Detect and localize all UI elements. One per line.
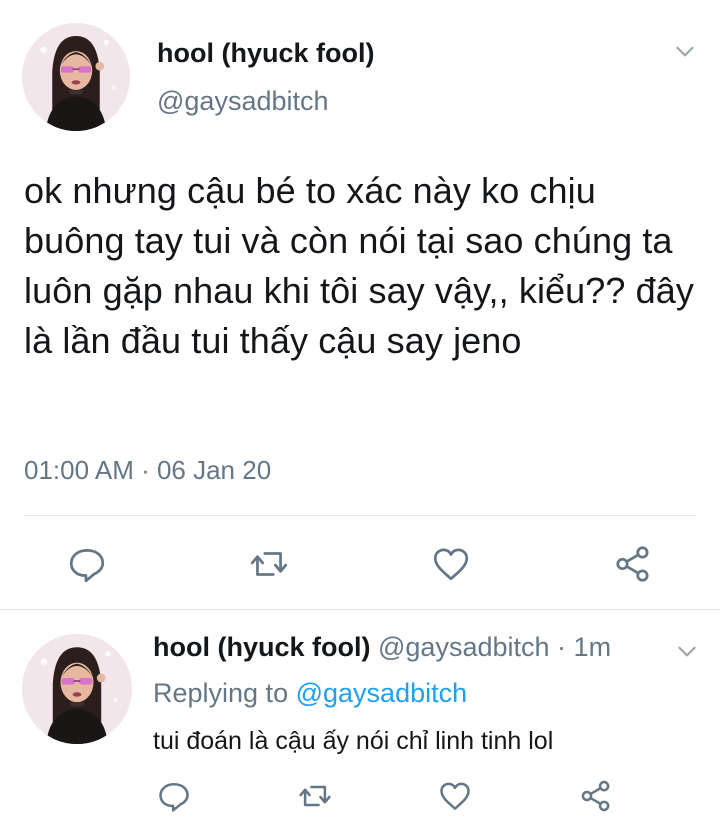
heart-icon[interactable] bbox=[437, 778, 473, 814]
separator-dot: · bbox=[557, 632, 567, 662]
chevron-down-icon[interactable] bbox=[674, 638, 700, 664]
avatar-image bbox=[22, 634, 132, 744]
avatar[interactable] bbox=[22, 634, 132, 744]
reply-header: hool (hyuck fool) @gaysadbitch · 1m bbox=[153, 632, 611, 663]
replying-to: Replying to @gaysadbitch bbox=[153, 678, 467, 709]
main-tweet[interactable]: hool (hyuck fool) @gaysadbitch ok nhưng … bbox=[0, 0, 720, 612]
display-name[interactable]: hool (hyuck fool) bbox=[153, 632, 370, 662]
display-name[interactable]: hool (hyuck fool) bbox=[157, 38, 374, 69]
speech-bubble-icon[interactable] bbox=[66, 543, 108, 585]
tweet-timestamp[interactable]: 01:00 AM · 06 Jan 20 bbox=[24, 455, 271, 486]
tweet-actions bbox=[66, 541, 654, 587]
tweet-actions bbox=[156, 776, 614, 816]
divider bbox=[24, 515, 696, 516]
share-icon[interactable] bbox=[612, 543, 654, 585]
user-handle[interactable]: @gaysadbitch bbox=[157, 86, 329, 117]
tweet-text: tui đoán là cậu ấy nói chỉ linh tinh lol bbox=[153, 727, 554, 755]
avatar-image bbox=[22, 23, 130, 131]
reply-tweet[interactable]: hool (hyuck fool) @gaysadbitch · 1m Repl… bbox=[0, 612, 720, 839]
chevron-down-icon[interactable] bbox=[672, 38, 698, 64]
tweet-time[interactable]: 1m bbox=[574, 632, 612, 662]
retweet-icon[interactable] bbox=[248, 543, 290, 585]
tweet-thread-screen: hool (hyuck fool) @gaysadbitch ok nhưng … bbox=[0, 0, 720, 839]
speech-bubble-icon[interactable] bbox=[156, 778, 192, 814]
tweet-text: ok nhưng cậu bé to xác này ko chịu buông… bbox=[24, 170, 694, 361]
heart-icon[interactable] bbox=[430, 543, 472, 585]
user-handle[interactable]: @gaysadbitch bbox=[378, 632, 550, 662]
retweet-icon[interactable] bbox=[297, 778, 333, 814]
replying-to-mention[interactable]: @gaysadbitch bbox=[296, 678, 468, 708]
avatar[interactable] bbox=[22, 23, 130, 131]
divider bbox=[0, 609, 720, 610]
share-icon[interactable] bbox=[578, 778, 614, 814]
replying-to-label: Replying to bbox=[153, 678, 289, 708]
